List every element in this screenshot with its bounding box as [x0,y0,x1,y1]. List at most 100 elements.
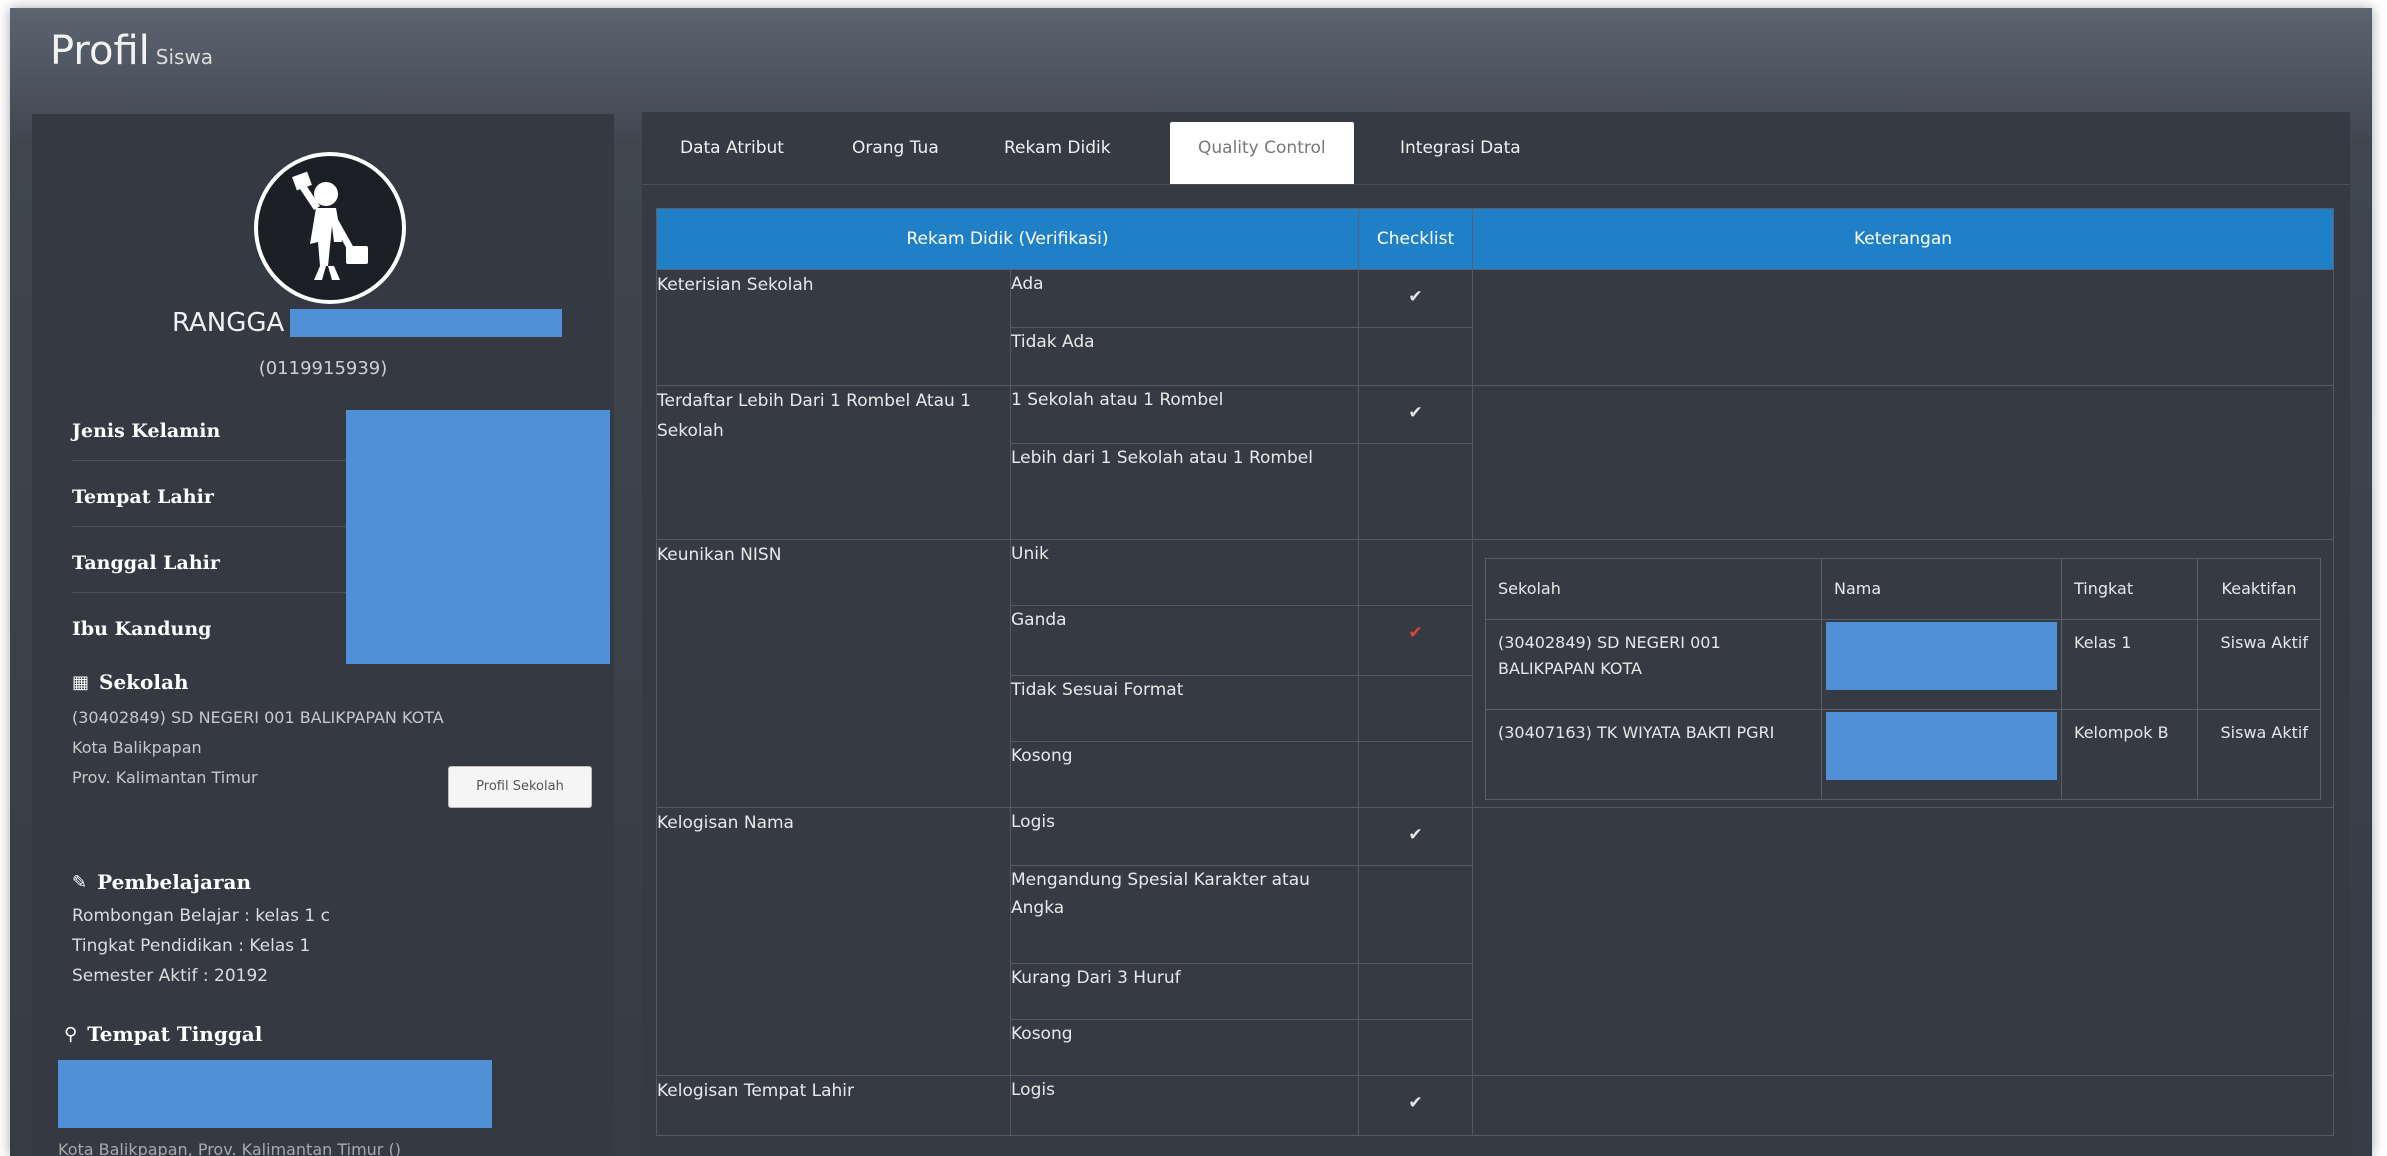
inner-keaktifan-cell: Siswa Aktif [2197,619,2321,710]
tab-bar: Data Atribut Orang Tua Rekam Didik Quali… [642,112,2350,185]
option-cell: Kosong [1010,741,1359,808]
profile-panel: RANGGA (0119915939) Jenis Kelamin Tempat… [32,114,614,1156]
nisn-duplicate-table: Sekolah Nama Tingkat Keaktifan (30402849… [1485,558,2321,800]
inner-keaktifan-cell: Siswa Aktif [2197,709,2321,800]
empty-check-cell [1358,443,1473,540]
checkmark-red-icon: ✔ [1358,605,1473,676]
empty-check-cell [1358,539,1473,606]
redacted-field-values [346,410,610,664]
quality-control-table: Rekam Didik (Verifikasi) Checklist Keter… [656,208,2334,1136]
category-cell: Keunikan NISN [656,539,1011,808]
app-frame: Profil Siswa RANGGA (0119915939) Jenis Ke… [10,8,2372,1156]
tab-orang-tua[interactable]: Orang Tua [852,130,939,166]
option-cell: Ada [1010,269,1359,328]
school-province: Prov. Kalimantan Timur [72,768,258,787]
category-cell: Kelogisan Nama [656,807,1011,1076]
inner-header-tingkat: Tingkat [2061,558,2198,620]
option-cell: Unik [1010,539,1359,606]
divider [72,592,362,593]
student-icon [292,171,368,280]
option-cell: Kurang Dari 3 Huruf [1010,963,1359,1020]
field-jenis-kelamin: Jenis Kelamin [72,420,221,442]
sekolah-heading-text: Sekolah [99,670,189,694]
tempat-tinggal-heading: ⚲ Tempat Tinggal [64,1022,262,1046]
tab-quality-control[interactable]: Quality Control [1170,122,1354,184]
inner-nama-cell [1821,709,2062,800]
redacted-address [58,1060,492,1128]
checkmark-icon: ✔ [1358,269,1473,328]
category-cell: Kelogisan Tempat Lahir [656,1075,1011,1136]
school-city: Kota Balikpapan [72,738,202,757]
empty-check-cell [1358,865,1473,964]
field-tanggal-lahir: Tanggal Lahir [72,552,220,574]
option-cell: Tidak Sesuai Format [1010,675,1359,742]
tab-rekam-didik[interactable]: Rekam Didik [1004,130,1111,166]
inner-header-keaktifan: Keaktifan [2197,558,2321,620]
header-keterangan: Keterangan [1472,208,2334,270]
option-cell: Mengandung Spesial Karakter atau Angka [1010,865,1359,964]
option-cell: Lebih dari 1 Sekolah atau 1 Rombel [1010,443,1359,540]
table-row: Kelogisan Nama Logis ✔ [656,807,2334,1076]
divider [72,460,362,461]
header-rekam-didik: Rekam Didik (Verifikasi) [656,208,1359,270]
school-name: (30402849) SD NEGERI 001 BALIKPAPAN KOTA [72,708,444,727]
tab-integrasi-data[interactable]: Integrasi Data [1400,130,1521,166]
category-cell: Terdaftar Lebih Dari 1 Rombel Atau 1 Sek… [656,385,1011,540]
page-subtitle: Siswa [155,45,214,69]
avatar [254,152,406,304]
divider [72,526,362,527]
sekolah-heading: ▦ Sekolah [72,670,188,694]
tempat-tinggal-heading-text: Tempat Tinggal [87,1022,263,1046]
semester-text: Semester Aktif : 20192 [72,966,269,986]
field-ibu-kandung: Ibu Kandung [72,618,212,640]
page-title: Profil Siswa [50,28,214,74]
inner-sekolah-cell: (30407163) TK WIYATA BAKTI PGRI [1485,709,1822,800]
checkmark-icon: ✔ [1358,807,1473,866]
inner-tingkat-cell: Kelompok B [2061,709,2198,800]
inner-nama-cell [1821,619,2062,710]
table-row: Kelogisan Tempat Lahir Logis ✔ [656,1075,2334,1136]
keterangan-cell [1472,1075,2334,1136]
empty-check-cell [1358,327,1473,386]
nisn-text: (0119915939) [258,358,388,379]
redacted-name [1826,712,2057,780]
inner-header-row: Sekolah Nama Tingkat Keaktifan [1485,558,2321,620]
keterangan-cell [1472,269,2334,386]
book-icon: ▦ [72,671,90,693]
map-marker-icon: ⚲ [64,1023,78,1045]
inner-header-sekolah: Sekolah [1485,558,1822,620]
inner-row: (30407163) TK WIYATA BAKTI PGRI Kelompok… [1485,709,2321,800]
detail-panel: Data Atribut Orang Tua Rekam Didik Quali… [642,112,2350,1156]
rombel-text: Rombongan Belajar : kelas 1 c [72,906,330,926]
pencil-icon: ✎ [72,871,88,893]
option-cell: Logis [1010,807,1359,866]
table-header-row: Rekam Didik (Verifikasi) Checklist Keter… [656,208,2334,270]
checkmark-icon: ✔ [1358,1075,1473,1136]
tingkat-text: Tingkat Pendidikan : Kelas 1 [72,936,311,956]
empty-check-cell [1358,963,1473,1020]
inner-row: (30402849) SD NEGERI 001 BALIKPAPAN KOTA… [1485,619,2321,710]
option-cell: 1 Sekolah atau 1 Rombel [1010,385,1359,444]
option-cell: Tidak Ada [1010,327,1359,386]
student-name-text: RANGGA [172,308,285,338]
keterangan-cell [1472,385,2334,540]
checkmark-icon: ✔ [1358,385,1473,444]
inner-tingkat-cell: Kelas 1 [2061,619,2198,710]
table-row: Keunikan NISN Unik Sekolah Nama Tingkat … [656,539,2334,808]
inner-header-nama: Nama [1821,558,2062,620]
keterangan-cell: Sekolah Nama Tingkat Keaktifan (30402849… [1472,539,2334,808]
redacted-surname [290,309,563,337]
inner-sekolah-cell: (30402849) SD NEGERI 001 BALIKPAPAN KOTA [1485,619,1822,710]
empty-check-cell [1358,675,1473,742]
empty-check-cell [1358,1019,1473,1076]
pembelajaran-heading-text: Pembelajaran [97,870,251,894]
table-row: Terdaftar Lebih Dari 1 Rombel Atau 1 Sek… [656,385,2334,540]
keterangan-cell [1472,807,2334,1076]
tab-data-atribut[interactable]: Data Atribut [680,130,784,166]
header-checklist: Checklist [1358,208,1473,270]
category-cell: Keterisian Sekolah [656,269,1011,386]
field-tempat-lahir: Tempat Lahir [72,486,214,508]
option-cell: Logis [1010,1075,1359,1136]
pembelajaran-heading: ✎ Pembelajaran [72,870,251,894]
profil-sekolah-button[interactable]: Profil Sekolah [448,766,592,808]
